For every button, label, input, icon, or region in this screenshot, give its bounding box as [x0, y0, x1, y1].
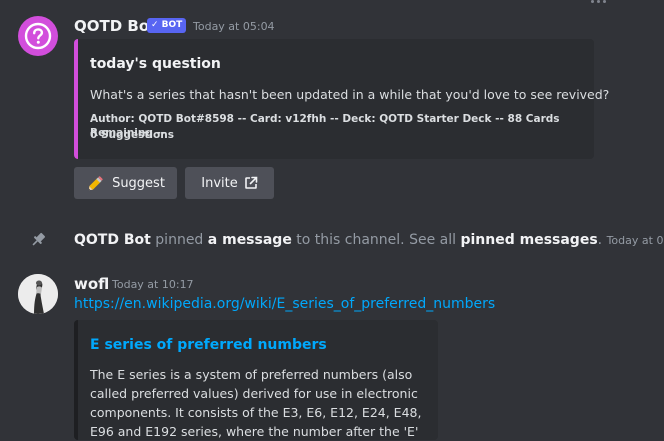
- avatar-qotd-bot[interactable]: [18, 16, 58, 56]
- suggest-button[interactable]: Suggest: [74, 167, 177, 199]
- embed-title: today's question: [90, 56, 221, 72]
- pin-icon: [32, 232, 46, 246]
- pencil-icon: [88, 176, 103, 191]
- pin-text-channel: to this channel. See all: [296, 232, 457, 248]
- avatar-wofl[interactable]: [18, 274, 58, 314]
- embed-description: What's a series that hasn't been updated…: [90, 87, 610, 102]
- pin-notice: QOTD Bot pinned a message to this channe…: [74, 231, 664, 250]
- link-preview-embed: E series of preferred numbers The E seri…: [74, 320, 438, 440]
- pin-timestamp[interactable]: Today at 05:04: [607, 234, 664, 247]
- pin-period: .: [597, 232, 603, 248]
- user-photo-icon: [18, 274, 58, 314]
- embed-accent-bar: [74, 39, 78, 159]
- question-mark-icon: [24, 22, 52, 50]
- embed-accent-bar: [74, 320, 78, 440]
- message-qotd-bot: QOTD Bot ✓ BOT Today at 05:04 today's qu…: [0, 0, 664, 210]
- invite-label: Invite: [201, 175, 238, 191]
- pinned-messages-link[interactable]: pinned messages: [460, 232, 597, 248]
- system-pin-message: QOTD Bot pinned a message to this channe…: [0, 222, 664, 258]
- bot-tag: ✓ BOT: [147, 18, 187, 33]
- wikipedia-link[interactable]: https://en.wikipedia.org/wiki/E_series_o…: [74, 296, 495, 312]
- message-timestamp[interactable]: Today at 05:04: [193, 20, 275, 34]
- question-embed: today's question What's a series that ha…: [74, 39, 609, 159]
- invite-button[interactable]: Invite: [185, 167, 274, 199]
- pin-text-pinned: pinned: [155, 232, 204, 248]
- pin-author[interactable]: QOTD Bot: [74, 232, 151, 248]
- pinned-message-link[interactable]: a message: [208, 232, 292, 248]
- embed-description: The E series is a system of preferred nu…: [90, 367, 422, 439]
- author-name-wofl[interactable]: wofl: [74, 275, 109, 293]
- author-name[interactable]: QOTD Bot: [74, 17, 156, 35]
- external-link-icon: [244, 176, 258, 189]
- message-timestamp-wofl[interactable]: Today at 10:17: [112, 278, 194, 292]
- embed-footer-line2: 0 Suggestions: [90, 129, 174, 141]
- suggest-label: Suggest: [112, 175, 165, 191]
- embed-title-link[interactable]: E series of preferred numbers: [90, 337, 327, 353]
